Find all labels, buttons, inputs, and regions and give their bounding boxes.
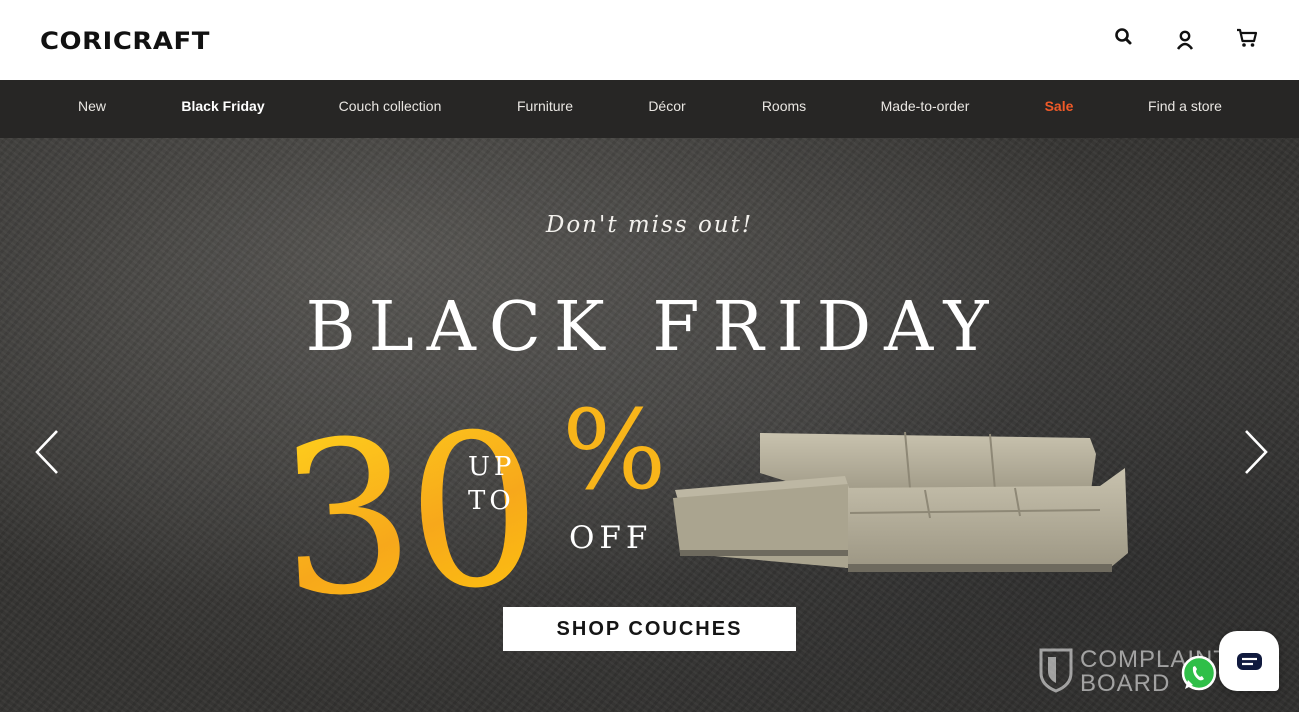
percent-sign: %: [562, 386, 667, 514]
up-text: UP: [468, 452, 516, 482]
nav-item-decor[interactable]: Décor: [648, 80, 685, 138]
complaints-board-shield-icon: [1039, 648, 1073, 693]
cart-icon[interactable]: [1235, 27, 1258, 49]
shop-couches-button[interactable]: SHOP COUCHES: [503, 607, 796, 651]
nav-item-couch-collection[interactable]: Couch collection: [339, 80, 442, 138]
nav-item-find-a-store[interactable]: Find a store: [1148, 80, 1222, 138]
hero-banner[interactable]: Don't miss out! BLACK FRIDAY 30 % UP TO …: [0, 138, 1299, 712]
off-text: OFF: [569, 520, 653, 556]
sofa-image: [673, 431, 1128, 572]
site-header: CORICRAFT: [0, 0, 1299, 80]
chat-icon: [1237, 653, 1262, 670]
to-text: TO: [468, 486, 515, 516]
nav-item-new[interactable]: New: [78, 80, 106, 138]
nav-item-made-to-order[interactable]: Made-to-order: [881, 80, 970, 138]
hero-tagline: Don't miss out!: [545, 212, 754, 238]
hero-headline: BLACK FRIDAY: [305, 288, 1002, 367]
whatsapp-icon[interactable]: [1180, 655, 1218, 693]
account-icon[interactable]: [1174, 29, 1196, 51]
nav-item-rooms[interactable]: Rooms: [762, 80, 806, 138]
carousel-next-arrow[interactable]: [1240, 428, 1270, 476]
up-to-text: UP TO: [468, 450, 512, 518]
nav-item-black-friday[interactable]: Black Friday: [181, 80, 264, 138]
nav-item-sale[interactable]: Sale: [1045, 80, 1074, 138]
carousel-prev-arrow[interactable]: [33, 428, 63, 476]
search-icon[interactable]: [1113, 26, 1135, 48]
nav-item-furniture[interactable]: Furniture: [517, 80, 573, 138]
logo[interactable]: CORICRAFT: [40, 27, 210, 55]
chat-widget-button[interactable]: [1219, 631, 1279, 691]
main-nav: New Black Friday Couch collection Furnit…: [0, 80, 1299, 138]
